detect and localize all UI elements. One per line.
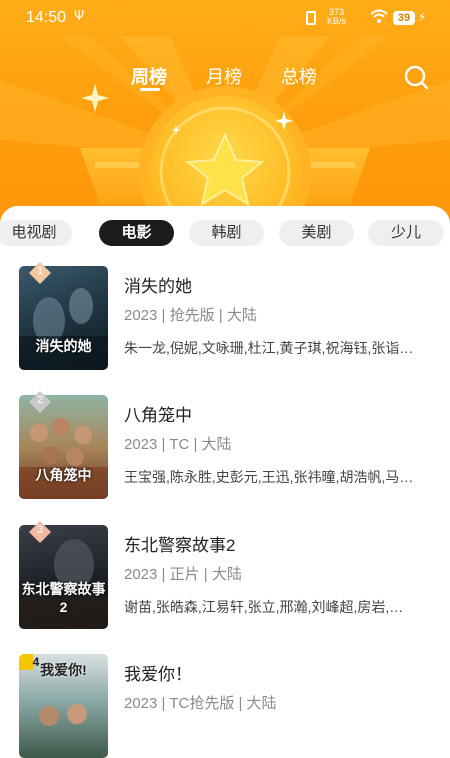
ranking-tabs: 周榜 月榜 总榜 — [0, 63, 450, 93]
list-item[interactable]: 我爱你! 4 我爱你！ 2023 | TC抢先版 | 大陆 — [19, 654, 439, 758]
rank-badge: 4 — [25, 654, 47, 676]
movie-meta: 2023 | TC抢先版 | 大陆 — [124, 695, 277, 712]
movie-title: 我爱你！ — [124, 665, 192, 684]
tab-monthly[interactable]: 月榜 — [206, 63, 242, 89]
category-tabs: 电视剧 电影 韩剧 美剧 少儿 — [0, 220, 450, 246]
movie-meta: 2023 | 正片 | 大陆 — [124, 566, 242, 583]
movie-title: 八角笼中 — [124, 406, 192, 425]
list-item[interactable]: 八角笼中 2 八角笼中 2023 | TC | 大陆 王宝强,陈永胜,史彭元,王… — [19, 391, 439, 499]
rank-number: 3 — [36, 524, 44, 536]
rank-badge: 1 — [29, 262, 51, 284]
network-speed: 373 KB/s — [327, 8, 346, 26]
tab-all-time[interactable]: 总榜 — [281, 63, 317, 89]
header-banner: 14:50 Ψ 373 KB/s 39 ⚡ 周榜 月榜 总榜 — [0, 0, 450, 230]
rank-number: 4 — [32, 655, 40, 669]
rank-badge: 2 — [29, 391, 51, 413]
vibrate-icon — [306, 11, 316, 25]
poster-title: 东北警察故事2 — [21, 581, 106, 615]
usb-icon: Ψ — [74, 9, 85, 24]
category-american[interactable]: 美剧 — [279, 220, 354, 246]
movie-title: 东北警察故事2 — [124, 536, 236, 555]
movie-meta: 2023 | 抢先版 | 大陆 — [124, 307, 257, 324]
movie-meta: 2023 | TC | 大陆 — [124, 436, 232, 453]
search-icon[interactable] — [403, 64, 429, 90]
category-kids[interactable]: 少儿 — [368, 220, 444, 246]
poster-title: 消失的她 — [35, 338, 92, 354]
tab-weekly[interactable]: 周榜 — [131, 63, 167, 89]
status-bar: 14:50 Ψ 373 KB/s 39 ⚡ — [0, 0, 450, 36]
movie-title: 消失的她 — [124, 277, 192, 296]
charging-icon: ⚡ — [418, 10, 427, 24]
rank-number: 2 — [36, 394, 44, 406]
movie-cast: 朱一龙,倪妮,文咏珊,杜江,黄子琪,祝海钰,张诣… — [124, 340, 414, 356]
clock: 14:50 — [26, 9, 67, 26]
list-item[interactable]: 消失的她 1 消失的她 2023 | 抢先版 | 大陆 朱一龙,倪妮,文咏珊,杜… — [19, 262, 439, 370]
content-panel: 电视剧 电影 韩剧 美剧 少儿 消失的她 1 消失的她 2023 | 抢先版 |… — [0, 206, 450, 758]
battery-icon: 39 — [393, 11, 415, 25]
movie-cast: 谢苗,张皓森,江易轩,张立,邢瀚,刘峰超,房岩,… — [124, 599, 404, 615]
active-tab-indicator — [140, 88, 160, 91]
list-item[interactable]: 东北警察故事2 3 东北警察故事2 2023 | 正片 | 大陆 谢苗,张皓森,… — [19, 521, 439, 629]
category-korean[interactable]: 韩剧 — [189, 220, 264, 246]
wifi-icon — [370, 9, 388, 23]
category-tv[interactable]: 电视剧 — [0, 220, 72, 246]
rank-number: 1 — [36, 265, 44, 277]
category-movie[interactable]: 电影 — [99, 220, 174, 246]
rank-badge: 3 — [29, 521, 51, 543]
net-speed-unit: KB/s — [327, 16, 347, 26]
poster-title: 八角笼中 — [35, 467, 92, 483]
movie-cast: 王宝强,陈永胜,史彭元,王迅,张祎曈,胡浩帆,马… — [124, 469, 414, 485]
